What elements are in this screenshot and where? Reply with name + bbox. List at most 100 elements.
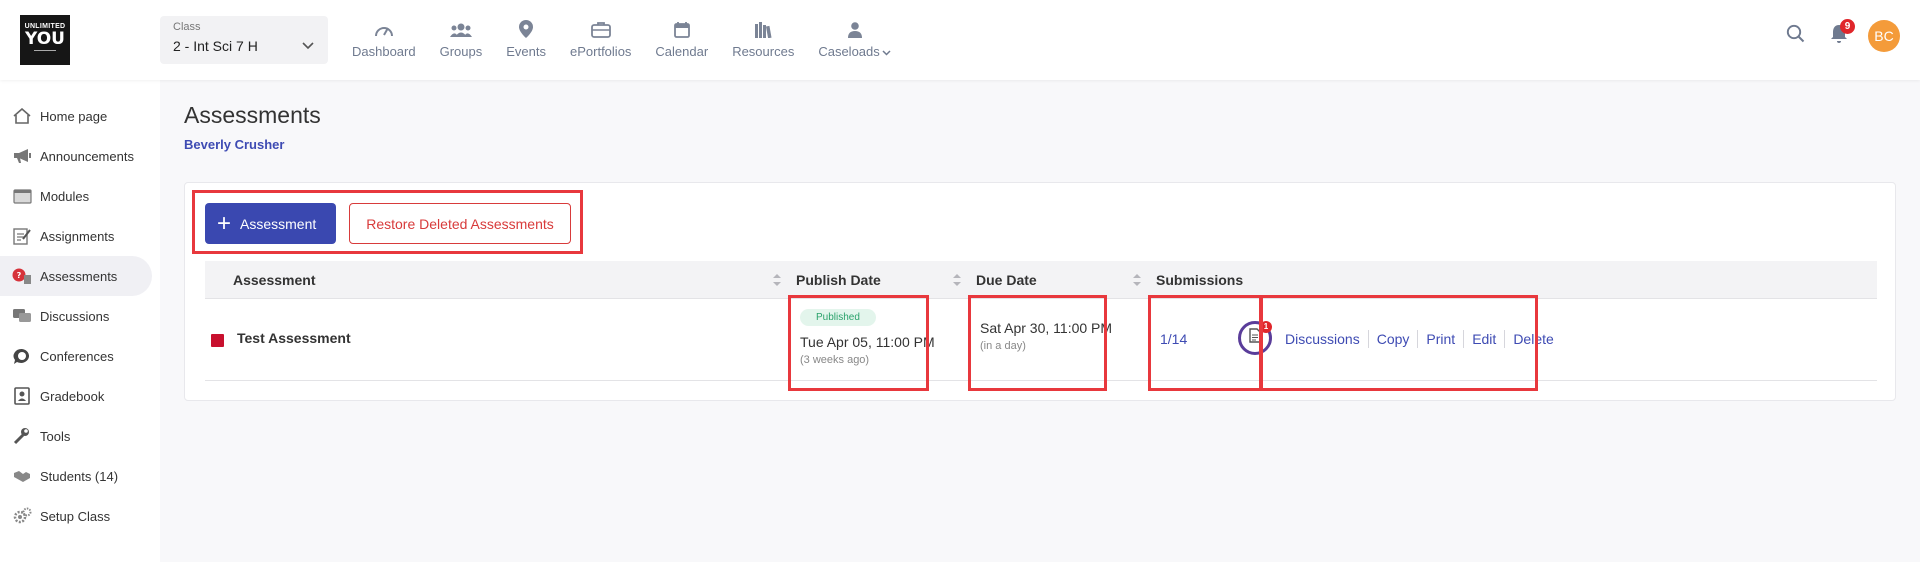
- nav-caseloads-text: Caseloads: [818, 44, 880, 59]
- nav-events-label: Events: [506, 44, 546, 59]
- submissions-button[interactable]: 1: [1238, 321, 1272, 355]
- class-select-label: Class: [173, 21, 201, 33]
- sidebar-item-modules[interactable]: Modules: [0, 176, 152, 216]
- nav-calendar[interactable]: Calendar: [643, 18, 720, 59]
- sidebar-item-label: Gradebook: [40, 388, 105, 404]
- table-header: Assessment Publish Date Due Date Submiss…: [205, 261, 1877, 299]
- users-icon: [449, 18, 472, 38]
- sidebar-item-home[interactable]: Home page: [0, 96, 152, 136]
- sidebar-item-label: Students (14): [40, 468, 119, 484]
- nav-caseloads[interactable]: Caseloads: [806, 18, 902, 59]
- sidebar-item-label: Assessments: [40, 268, 118, 284]
- nav-groups-label: Groups: [439, 44, 483, 59]
- discussions-link[interactable]: Discussions: [1285, 330, 1368, 348]
- nav-dashboard-label: Dashboard: [352, 44, 416, 59]
- publish-date: Tue Apr 05, 11:00 PM: [800, 334, 935, 350]
- notification-count-badge: 9: [1840, 19, 1855, 34]
- sidebar-item-gradebook[interactable]: Gradebook: [0, 376, 152, 416]
- gauge-icon: [374, 18, 394, 38]
- sidebar-item-label: Conferences: [40, 348, 114, 364]
- briefcase-icon: [590, 18, 611, 38]
- wrench-icon: [12, 426, 32, 446]
- svg-text:?: ?: [17, 271, 22, 280]
- top-bar: UNLIMITED YOU Class 2 - Int Sci 7 H Dash…: [0, 0, 1920, 80]
- home-icon: [12, 106, 32, 126]
- logo-divider: [34, 49, 56, 58]
- status-badge: Published: [800, 309, 876, 326]
- due-date-relative: (in a day): [980, 340, 1026, 352]
- row-actions: Discussions Copy Print Edit Delete: [1285, 330, 1554, 348]
- sidebar-item-label: Tools: [40, 428, 71, 444]
- person-icon: [847, 18, 862, 38]
- delete-link[interactable]: Delete: [1504, 330, 1554, 348]
- calendar-icon: [673, 18, 690, 38]
- sidebar-item-label: Announcements: [40, 148, 134, 164]
- column-header-assessment[interactable]: Assessment: [233, 261, 316, 299]
- chevron-down-icon: [302, 37, 314, 55]
- logo-text-main: YOU: [25, 28, 65, 49]
- nav-events[interactable]: Events: [494, 18, 558, 59]
- column-header-submissions[interactable]: Submissions: [1156, 261, 1243, 299]
- sidebar-item-label: Modules: [40, 188, 90, 204]
- megaphone-icon: [12, 146, 32, 166]
- column-header-publish-date[interactable]: Publish Date: [796, 261, 881, 299]
- sidebar-item-conferences[interactable]: Conferences: [0, 336, 152, 376]
- class-select-value: 2 - Int Sci 7 H: [173, 38, 258, 54]
- sidebar-item-setup-class[interactable]: Setup Class: [0, 496, 152, 536]
- chevron-down-icon: [882, 48, 891, 58]
- assignment-icon: [12, 226, 32, 246]
- plus-icon: +: [217, 209, 232, 237]
- sidebar-item-announcements[interactable]: Announcements: [0, 136, 152, 176]
- sidebar-item-label: Home page: [40, 108, 108, 124]
- sidebar-item-label: Discussions: [40, 308, 110, 324]
- nav-resources[interactable]: Resources: [720, 18, 806, 59]
- chat-bubble-icon: [12, 346, 32, 366]
- add-assessment-button[interactable]: + Assessment: [205, 203, 336, 244]
- sidebar-item-label: Assignments: [40, 228, 115, 244]
- nav-caseloads-label: Caseloads: [818, 44, 891, 59]
- folder-icon: [12, 186, 32, 206]
- column-header-due-date[interactable]: Due Date: [976, 261, 1037, 299]
- sidebar-item-tools[interactable]: Tools: [0, 416, 152, 456]
- sidebar-item-discussions[interactable]: Discussions: [0, 296, 152, 336]
- nav-resources-label: Resources: [732, 44, 795, 59]
- sort-icon[interactable]: [953, 273, 961, 287]
- class-select[interactable]: Class 2 - Int Sci 7 H: [160, 16, 328, 64]
- submission-badge: 1: [1260, 321, 1272, 333]
- notifications-button[interactable]: 9: [1824, 19, 1855, 51]
- sidebar-item-assessments[interactable]: ? Assessments: [0, 256, 152, 296]
- document-icon: [1249, 328, 1261, 348]
- assessment-color-swatch: [211, 334, 224, 347]
- nav-dashboard[interactable]: Dashboard: [340, 18, 428, 59]
- discussion-icon: [12, 306, 32, 326]
- sidebar: Home page Announcements Modules Assignme…: [0, 80, 160, 562]
- due-date: Sat Apr 30, 11:00 PM: [980, 320, 1113, 336]
- restore-deleted-button[interactable]: Restore Deleted Assessments: [349, 203, 571, 244]
- gears-icon: [12, 506, 32, 526]
- search-icon: [1786, 24, 1805, 48]
- assessment-title-link[interactable]: Test Assessment: [237, 330, 351, 346]
- sort-icon[interactable]: [1133, 273, 1141, 287]
- copy-link[interactable]: Copy: [1367, 330, 1418, 348]
- nav-groups[interactable]: Groups: [428, 18, 495, 59]
- nav-eportfolios[interactable]: ePortfolios: [558, 18, 643, 59]
- teacher-name-link[interactable]: Beverly Crusher: [184, 137, 284, 152]
- nav-eportfolios-label: ePortfolios: [570, 44, 632, 59]
- school-logo[interactable]: UNLIMITED YOU: [20, 15, 70, 65]
- top-bar-actions: 9 BC: [1780, 19, 1900, 52]
- table-row: Test Assessment Published Tue Apr 05, 11…: [205, 299, 1877, 381]
- submissions-count-link[interactable]: 1/14: [1160, 331, 1187, 347]
- add-assessment-label: Assessment: [240, 215, 317, 232]
- print-link[interactable]: Print: [1417, 330, 1463, 348]
- search-button[interactable]: [1780, 21, 1810, 51]
- sidebar-item-students[interactable]: Students (14): [0, 456, 152, 496]
- edit-link[interactable]: Edit: [1463, 330, 1504, 348]
- books-icon: [754, 18, 772, 38]
- publish-date-relative: (3 weeks ago): [800, 354, 870, 366]
- map-pin-icon: [519, 18, 534, 38]
- assessments-card: + Assessment Restore Deleted Assessments…: [184, 182, 1896, 401]
- page-title: Assessments: [184, 102, 321, 128]
- sidebar-item-assignments[interactable]: Assignments: [0, 216, 152, 256]
- user-avatar[interactable]: BC: [1868, 20, 1900, 52]
- sort-icon[interactable]: [773, 273, 781, 287]
